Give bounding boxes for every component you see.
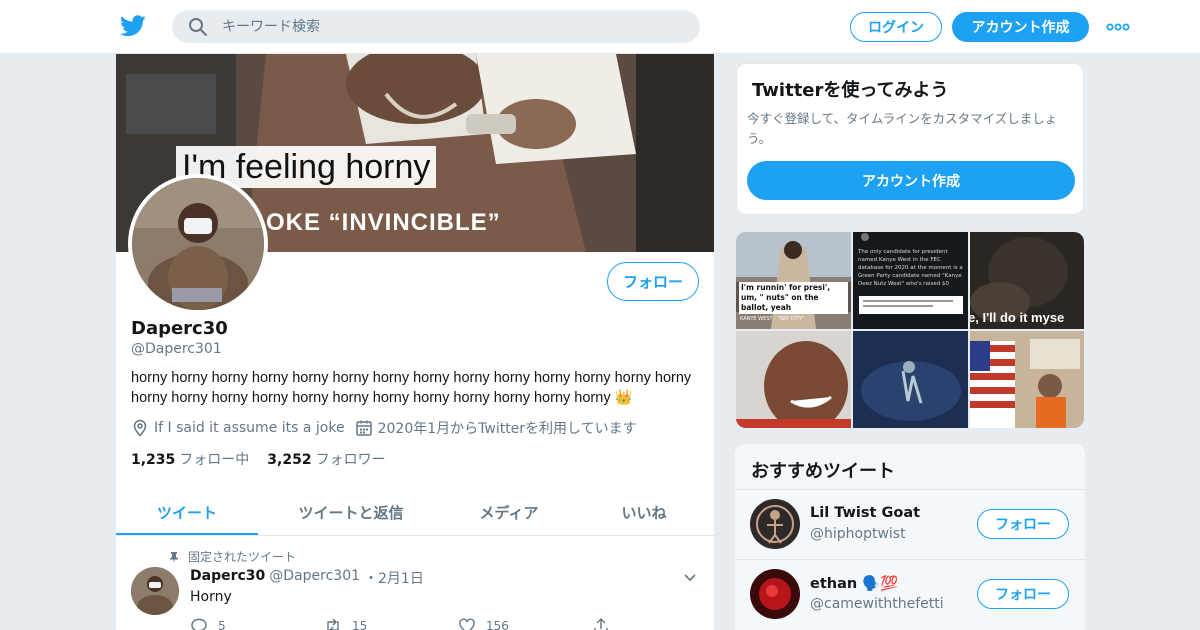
media-image <box>853 331 968 428</box>
suggested-user-avatar[interactable] <box>750 569 800 619</box>
media-tile[interactable] <box>736 331 851 428</box>
media-tile-caption: e, I'll do it myse <box>970 310 1065 325</box>
joined-text: 2020年1月からTwitterを利用しています <box>377 421 637 437</box>
twitter-logo-icon[interactable] <box>120 14 146 38</box>
signup-card-description: 今すぐ登録して、タイムラインをカスタマイズしましょう。 <box>747 111 1058 146</box>
search-icon <box>189 18 207 36</box>
follow-button[interactable]: フォロー <box>607 262 699 301</box>
suggested-user-handle[interactable]: @hiphoptwist <box>810 526 906 542</box>
tab-likes[interactable]: いいね <box>574 491 714 535</box>
reply-icon <box>191 618 207 630</box>
following-count: 1,235 <box>131 452 176 468</box>
suggested-user-name[interactable]: ethan 🗣️💯 <box>810 575 898 592</box>
tweet-avatar[interactable] <box>131 567 179 615</box>
pinned-label: 固定されたツイート <box>188 550 297 564</box>
media-tile[interactable]: I'm runnin' for presi', um, " nuts" on t… <box>736 232 851 329</box>
retweet-icon <box>327 618 339 630</box>
suggested-follow-button[interactable]: フォロー <box>977 579 1069 609</box>
followers-count: 3,252 <box>267 452 312 468</box>
media-tile-caption: I'm runnin' for presi', um, " nuts" on t… <box>739 282 848 314</box>
followers-label: フォロワー <box>315 452 386 468</box>
followers-count-link[interactable]: 3,252 フォロワー <box>267 449 385 469</box>
profile-tabs: ツイート ツイートと返信 メディア いいね <box>116 491 714 536</box>
top-bar: ログイン アカウント作成 <box>0 0 1200 54</box>
signup-button[interactable]: アカウント作成 <box>952 12 1089 42</box>
search-input[interactable] <box>222 10 682 43</box>
like-icon <box>459 618 475 630</box>
following-label: フォロー中 <box>179 452 250 468</box>
profile-bio: horny horny horny horny horny horny horn… <box>131 370 692 406</box>
avatar-image <box>132 178 264 310</box>
reply-action[interactable]: 5 <box>190 617 324 630</box>
reply-count: 5 <box>218 619 226 630</box>
retweet-action[interactable]: 15 <box>324 617 458 630</box>
media-decor <box>859 233 963 314</box>
suggested-title: おすすめツイート <box>751 461 895 482</box>
profile-meta: If I said it assume its a joke 2020年1月から… <box>131 418 647 438</box>
media-tile[interactable] <box>970 331 1084 428</box>
tweet-author-handle[interactable]: @Daperc301 <box>269 568 360 588</box>
media-grid: I'm runnin' for presi', um, " nuts" on t… <box>736 232 1084 428</box>
tweet-actions: 5 15 156 <box>190 617 714 630</box>
tweet-header: Daperc30 @Daperc301 ・2月1日 <box>190 568 424 588</box>
retweet-count: 15 <box>352 619 368 630</box>
pin-icon <box>170 551 178 563</box>
suggested-user-row[interactable]: Lil Twist Goat @hiphoptwist フォロー <box>735 489 1085 559</box>
profile-avatar[interactable] <box>128 174 268 314</box>
media-tile[interactable] <box>853 331 968 428</box>
suggested-user-handle[interactable]: @camewiththefetti <box>810 596 944 612</box>
media-tile-subcaption: KANYE WEST - "SKY CITY" <box>740 316 805 322</box>
more-dots-icon[interactable] <box>1106 18 1130 36</box>
suggested-user-name[interactable]: Lil Twist Goat <box>810 505 920 521</box>
media-image <box>970 331 1084 428</box>
signup-card: Twitterを使ってみよう 今すぐ登録して、タイムラインをカスタマイズしましょ… <box>736 63 1084 215</box>
tab-tweets[interactable]: ツイート <box>116 491 258 535</box>
profile-screen-name[interactable]: @Daperc301 <box>131 341 222 357</box>
suggested-user-avatar[interactable] <box>750 499 800 549</box>
login-button[interactable]: ログイン <box>850 12 942 42</box>
tab-tweets-and-replies[interactable]: ツイートと返信 <box>258 491 444 535</box>
suggested-follow-button[interactable]: フォロー <box>977 509 1069 539</box>
following-count-link[interactable]: 1,235 フォロー中 <box>131 449 249 469</box>
signup-card-title: Twitterを使ってみよう <box>752 80 949 101</box>
tweet-date[interactable]: ・2月1日 <box>364 568 424 588</box>
chevron-down-icon[interactable] <box>682 569 698 585</box>
search-box <box>172 10 700 43</box>
suggested-accounts: おすすめツイート Lil Twist Goat @hiphoptwist フォロ… <box>735 444 1085 630</box>
tweet-author-name[interactable]: Daperc30 <box>190 568 265 588</box>
pinned-indicator: 固定されたツイート <box>168 548 296 565</box>
media-image <box>736 232 851 329</box>
suggested-avatar-image <box>750 499 800 549</box>
location-pin-icon <box>133 419 147 437</box>
suggested-avatar-image <box>750 569 800 619</box>
media-tile[interactable]: The only candidate for president named K… <box>853 232 968 329</box>
location-text: If I said it assume its a joke <box>154 420 345 436</box>
profile-location: If I said it assume its a joke <box>131 419 345 437</box>
signup-card-button[interactable]: アカウント作成 <box>747 161 1075 200</box>
banner-caption-secondary: OKE “INVINCIBLE” <box>266 209 501 236</box>
profile-counts: 1,235 フォロー中 3,252 フォロワー <box>131 449 386 469</box>
media-tile[interactable]: e, I'll do it myse <box>970 232 1084 329</box>
profile-joined: 2020年1月からTwitterを利用しています <box>355 418 637 438</box>
tweet-avatar-image <box>131 567 179 615</box>
like-action[interactable]: 156 <box>458 617 592 630</box>
profile-column: I'm feeling horny OKE “INVINCIBLE” フォロー … <box>116 54 714 630</box>
tweet-text: Horny <box>190 589 232 605</box>
calendar-icon <box>355 420 372 436</box>
suggested-user-row[interactable]: ethan 🗣️💯 @camewiththefetti フォロー <box>735 559 1085 629</box>
profile-display-name: Daperc30 <box>131 318 228 339</box>
share-icon <box>594 618 608 630</box>
like-count: 156 <box>486 619 509 630</box>
share-action[interactable] <box>592 617 714 630</box>
tab-media[interactable]: メディア <box>444 491 574 535</box>
media-image <box>736 331 851 428</box>
